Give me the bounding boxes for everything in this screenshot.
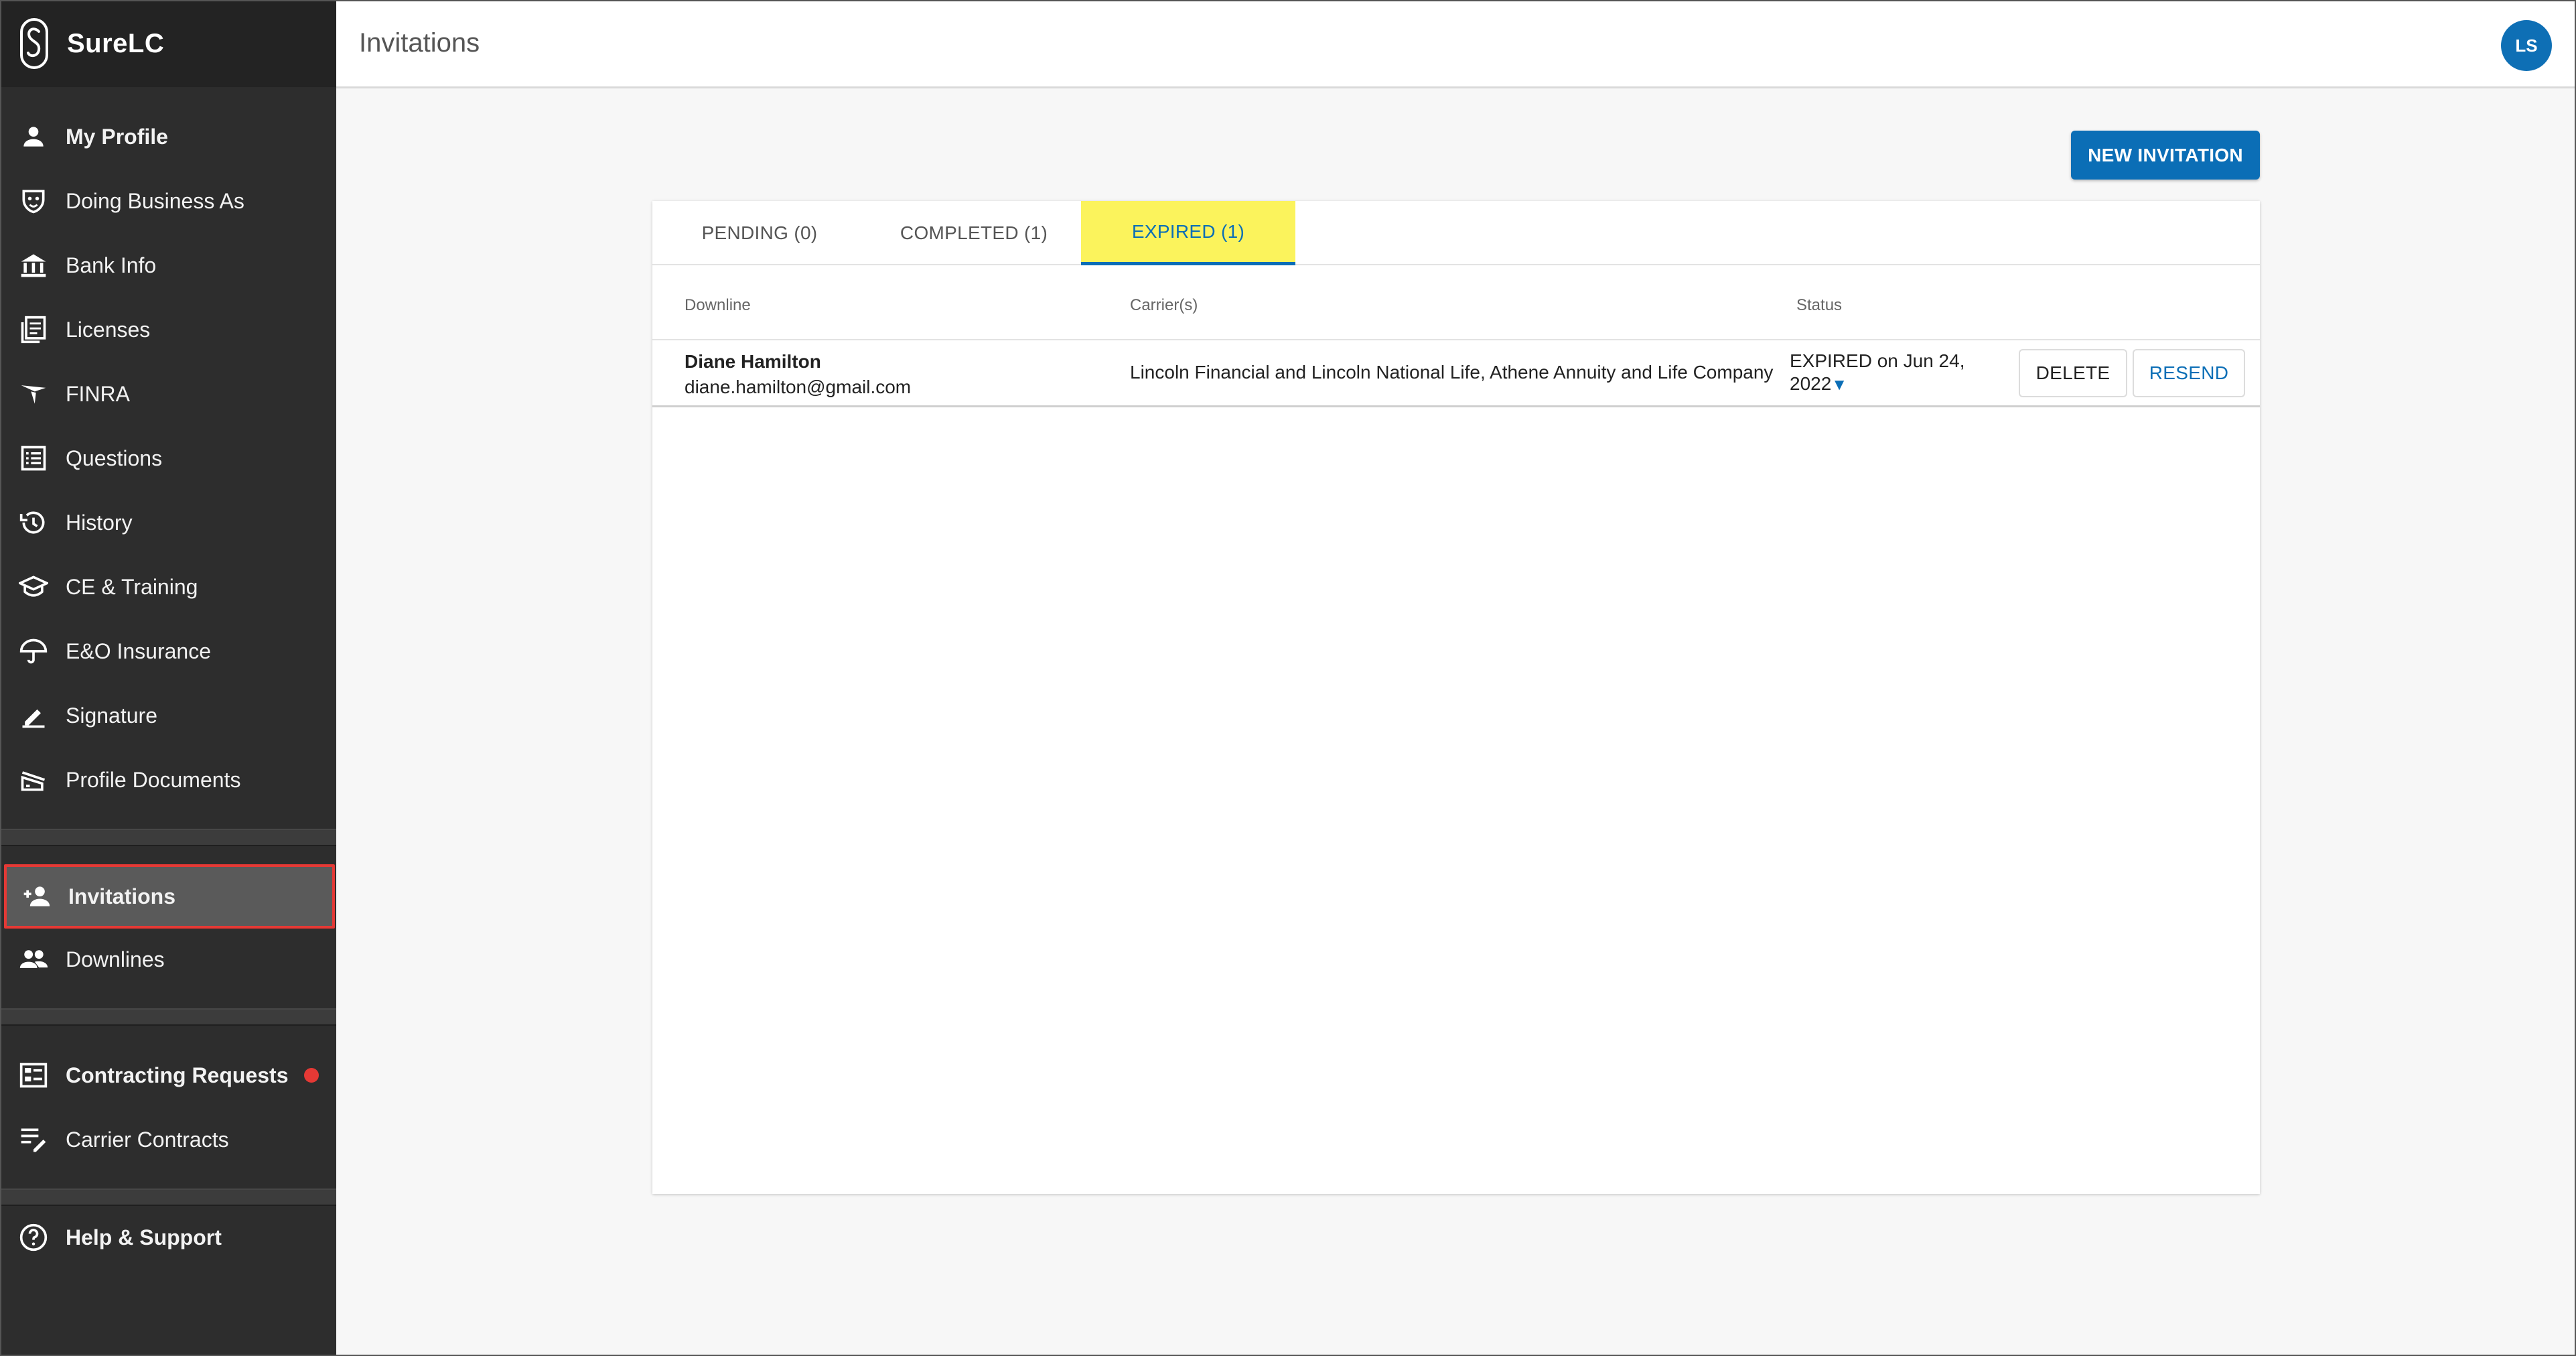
sidebar-item-downlines[interactable]: Downlines	[0, 927, 336, 992]
sidebar-item-label: Invitations	[68, 884, 176, 908]
edit-notes-icon	[21, 1128, 46, 1152]
sidebar-item-label: Bank Info	[66, 253, 157, 277]
sidebar-item-history[interactable]: History	[0, 490, 336, 555]
status-year-line[interactable]: 2022▼	[1790, 372, 1991, 397]
help-circle-icon	[19, 1223, 48, 1251]
sidebar-item-ce-training[interactable]: CE & Training	[0, 555, 336, 619]
brand-name: SureLC	[67, 28, 165, 58]
sidebar-item-label: History	[66, 510, 133, 535]
tab-expired[interactable]: EXPIRED (1)	[1081, 201, 1295, 265]
sidebar-item-questions[interactable]: Questions	[0, 426, 336, 490]
sidebar-item-label: Contracting Requests	[66, 1063, 289, 1087]
column-header-downline[interactable]: Downline	[685, 296, 751, 315]
status-cell: EXPIRED on Jun 24, 2022▼	[1790, 350, 1991, 397]
sidebar-item-label: Profile Documents	[66, 767, 241, 792]
people-icon	[19, 950, 48, 968]
table-header: Downline Carrier(s) Status	[652, 265, 2260, 340]
tab-completed[interactable]: COMPLETED (1)	[867, 201, 1081, 265]
column-header-status[interactable]: Status	[1796, 296, 1842, 315]
sidebar-separator	[0, 1189, 336, 1206]
user-avatar[interactable]: LS	[2501, 20, 2552, 71]
status-text: EXPIRED on Jun 24,	[1790, 350, 1965, 371]
bank-icon	[21, 254, 46, 277]
resend-button[interactable]: RESEND	[2133, 349, 2245, 397]
sidebar-item-label: Licenses	[66, 317, 151, 342]
contract-list-icon	[19, 1063, 48, 1088]
sidebar-item-my-profile[interactable]: My Profile	[0, 105, 336, 169]
sidebar-item-profile-documents[interactable]: Profile Documents	[0, 748, 336, 812]
status-year: 2022	[1790, 373, 1832, 394]
sidebar-item-label: Signature	[66, 703, 157, 728]
downline-email: diane.hamilton@gmail.com	[685, 377, 912, 397]
sidebar-separator	[0, 829, 336, 846]
sidebar-item-label: CE & Training	[66, 574, 198, 599]
column-header-carriers[interactable]: Carrier(s)	[1130, 296, 1198, 315]
add-person-icon	[23, 886, 50, 906]
sidebar-item-licenses[interactable]: Licenses	[0, 297, 336, 362]
graduation-cap-icon	[19, 575, 48, 597]
document-stack-icon	[21, 316, 46, 344]
caret-down-icon[interactable]: ▼	[1831, 376, 1847, 394]
top-header: Invitations LS	[336, 0, 2576, 88]
sidebar-item-carrier-contracts[interactable]: Carrier Contracts	[0, 1107, 336, 1172]
sidebar-item-label: Downlines	[66, 947, 165, 971]
sidebar: SureLC My Profile Doing Business As Bank…	[0, 0, 336, 1356]
sidebar-item-invitations[interactable]: Invitations	[4, 864, 335, 929]
downline-name: Diane Hamilton	[685, 351, 821, 372]
umbrella-icon	[19, 638, 48, 664]
invitation-tabs: PENDING (0) COMPLETED (1) EXPIRED (1)	[652, 201, 2260, 265]
sidebar-item-doing-business-as[interactable]: Doing Business As	[0, 169, 336, 233]
sidebar-item-bank-info[interactable]: Bank Info	[0, 233, 336, 297]
sidebar-separator	[0, 1008, 336, 1026]
carriers-cell: Lincoln Financial and Lincoln National L…	[1130, 362, 1774, 383]
list-icon	[21, 446, 46, 471]
sidebar-item-label: Doing Business As	[66, 188, 244, 213]
surelc-logo-icon	[20, 18, 48, 69]
mask-icon	[22, 190, 45, 214]
sidebar-item-label: Help & Support	[66, 1225, 222, 1249]
sidebar-item-label: E&O Insurance	[66, 638, 211, 663]
table-row: Diane Hamilton diane.hamilton@gmail.com …	[652, 340, 2260, 407]
notification-dot	[304, 1068, 319, 1083]
sidebar-item-label: Carrier Contracts	[66, 1127, 229, 1152]
person-icon	[23, 127, 44, 147]
scanner-icon	[21, 771, 46, 791]
sidebar-item-eo-insurance[interactable]: E&O Insurance	[0, 619, 336, 683]
tab-pending[interactable]: PENDING (0)	[652, 201, 867, 265]
sidebar-item-finra[interactable]: FINRA	[0, 362, 336, 426]
brand-header[interactable]: SureLC	[0, 0, 336, 87]
pen-icon	[22, 709, 45, 728]
new-invitation-button[interactable]: NEW INVITATION	[2071, 131, 2260, 180]
invitations-card: PENDING (0) COMPLETED (1) EXPIRED (1) Do…	[652, 201, 2260, 1194]
page-title: Invitations	[359, 28, 480, 58]
sidebar-item-contracting-requests[interactable]: Contracting Requests	[0, 1043, 336, 1107]
main-content: NEW INVITATION PENDING (0) COMPLETED (1)…	[336, 88, 2576, 1356]
sidebar-item-signature[interactable]: Signature	[0, 683, 336, 748]
delete-button[interactable]: DELETE	[2019, 349, 2127, 397]
sidebar-item-help-support[interactable]: Help & Support	[0, 1205, 336, 1270]
history-icon	[19, 511, 45, 534]
sidebar-item-label: FINRA	[66, 381, 130, 406]
sidebar-item-label: Questions	[66, 446, 163, 470]
finra-icon	[21, 385, 46, 404]
sidebar-item-label: My Profile	[66, 124, 168, 149]
